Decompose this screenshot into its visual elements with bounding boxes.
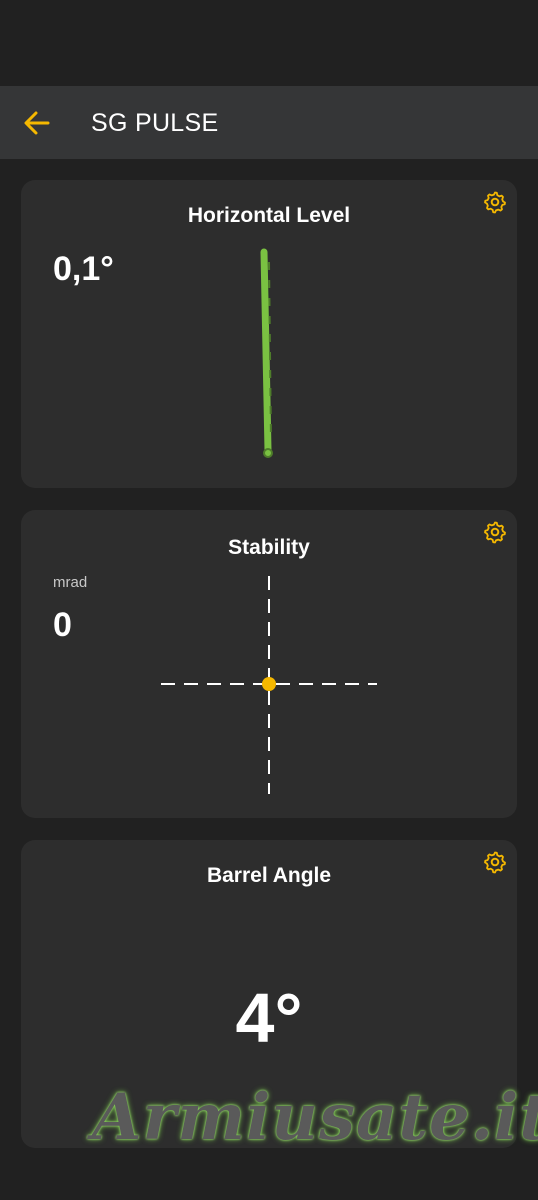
barrel-angle-card: Barrel Angle 4° — [21, 840, 517, 1148]
horizontal-level-settings-button[interactable] — [483, 190, 507, 214]
stability-point — [262, 677, 276, 691]
stability-crosshair — [161, 576, 377, 794]
page-title: SG PULSE — [91, 109, 219, 137]
horizontal-level-card: Horizontal Level 0,1° — [21, 180, 517, 488]
gear-icon — [484, 521, 506, 544]
barrel-angle-settings-button[interactable] — [483, 850, 507, 874]
status-bar — [0, 0, 538, 86]
barrel-angle-value: 4° — [235, 979, 303, 1057]
stability-title: Stability — [228, 536, 310, 559]
stability-card: Stability mrad 0 — [21, 510, 517, 818]
stability-settings-button[interactable] — [483, 520, 507, 544]
barrel-angle-title: Barrel Angle — [206, 864, 332, 887]
level-indicator — [260, 248, 273, 458]
horizontal-level-title: Horizontal Level — [187, 204, 351, 227]
stability-value: 0 — [53, 606, 72, 644]
horizontal-level-value: 0,1° — [53, 250, 114, 288]
gear-icon — [484, 851, 506, 874]
arrow-left-icon — [24, 111, 50, 135]
back-button[interactable] — [22, 108, 52, 138]
stability-unit: mrad — [53, 574, 88, 591]
app-bar: SG PULSE — [0, 86, 538, 159]
gear-icon — [484, 191, 506, 214]
